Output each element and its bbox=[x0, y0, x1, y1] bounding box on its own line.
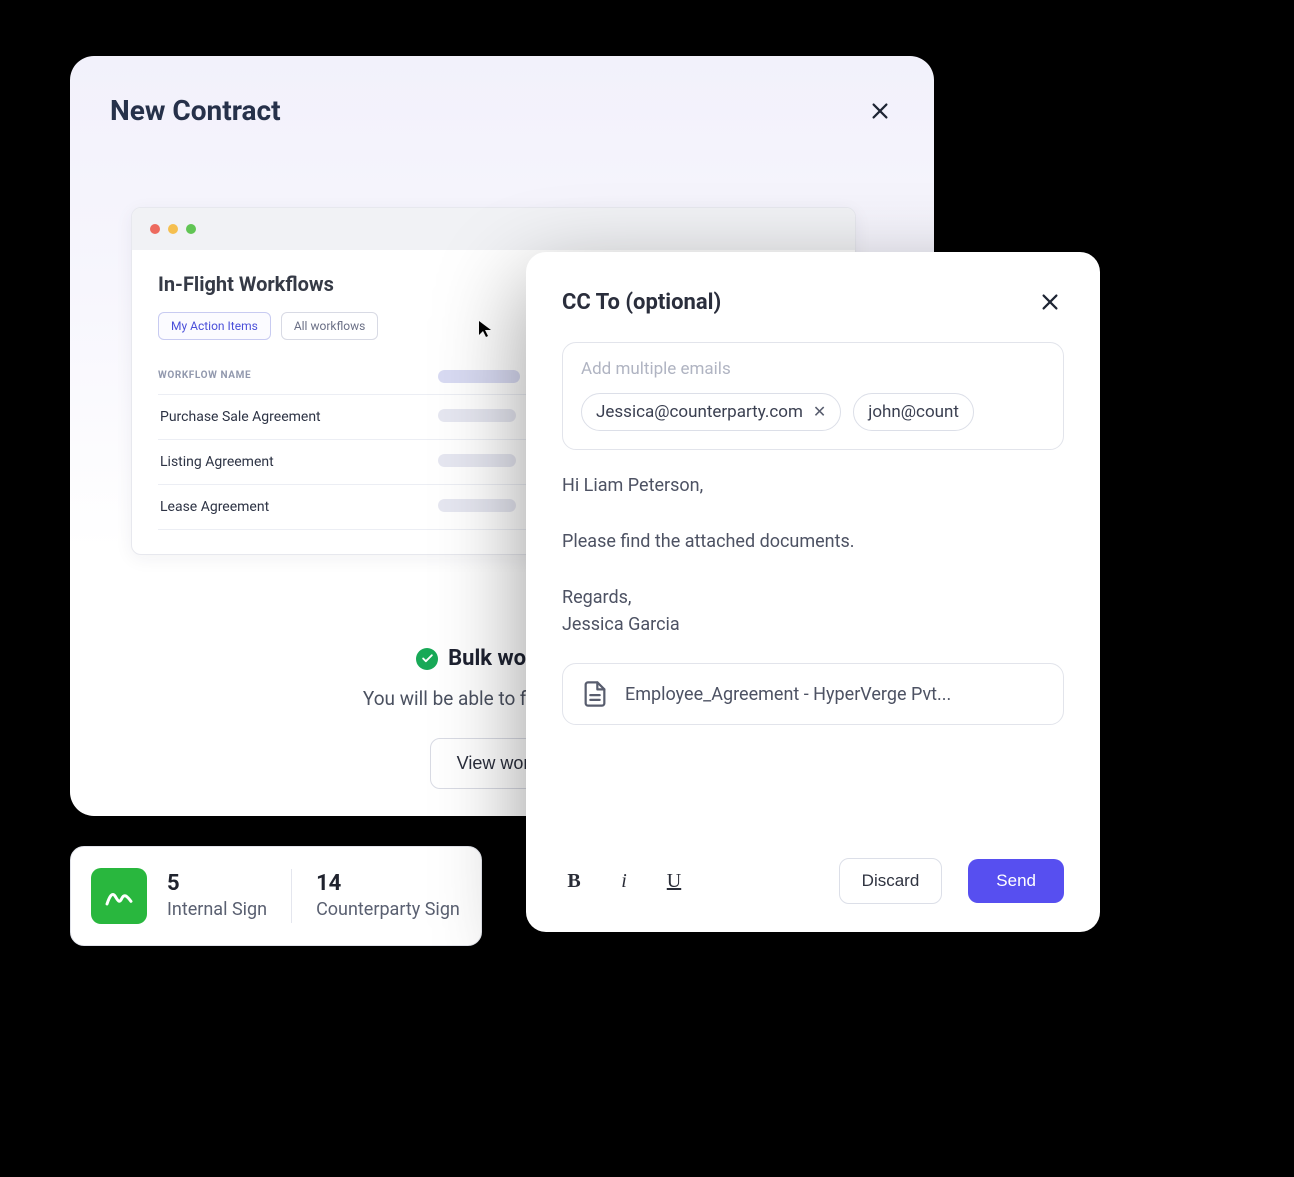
attachment-name: Employee_Agreement - HyperVerge Pvt... bbox=[625, 684, 951, 705]
row-label: Listing Agreement bbox=[158, 454, 438, 470]
chip-label: john@count bbox=[868, 402, 959, 422]
bold-button[interactable]: B bbox=[562, 866, 586, 896]
compose-panel: CC To (optional) Add multiple emails Jes… bbox=[526, 252, 1100, 932]
document-icon bbox=[581, 680, 609, 708]
chip-remove-icon[interactable]: ✕ bbox=[813, 404, 826, 420]
compose-body[interactable]: Hi Liam Peterson, Please find the attach… bbox=[562, 472, 1064, 639]
stat-internal-label: Internal Sign bbox=[167, 899, 267, 920]
stat-internal: 5 Internal Sign bbox=[167, 873, 267, 920]
email-chips: Jessica@counterparty.com ✕ john@count bbox=[581, 393, 1045, 431]
attachment-box[interactable]: Employee_Agreement - HyperVerge Pvt... bbox=[562, 663, 1064, 725]
cc-email-input[interactable]: Add multiple emails Jessica@counterparty… bbox=[562, 342, 1064, 450]
traffic-yellow-icon[interactable] bbox=[168, 224, 178, 234]
italic-button[interactable]: i bbox=[612, 866, 636, 896]
email-chip[interactable]: Jessica@counterparty.com ✕ bbox=[581, 393, 841, 431]
row-label: Lease Agreement bbox=[158, 499, 438, 515]
compose-title: CC To (optional) bbox=[562, 290, 721, 315]
cc-placeholder: Add multiple emails bbox=[581, 359, 1045, 379]
window-chrome bbox=[132, 208, 855, 250]
body-line: Please find the attached documents. bbox=[562, 528, 1064, 556]
row-label: Purchase Sale Agreement bbox=[158, 409, 438, 425]
traffic-green-icon[interactable] bbox=[186, 224, 196, 234]
email-chip[interactable]: john@count bbox=[853, 393, 974, 431]
tab-all-workflows[interactable]: All workflows bbox=[281, 312, 379, 340]
check-circle-icon bbox=[416, 648, 438, 670]
body-greeting: Hi Liam Peterson, bbox=[562, 472, 1064, 500]
close-icon bbox=[869, 100, 891, 122]
chip-label: Jessica@counterparty.com bbox=[596, 402, 803, 422]
stat-counterparty-label: Counterparty Sign bbox=[316, 899, 460, 920]
column-workflow-name: WORKFLOW NAME bbox=[158, 370, 438, 386]
traffic-red-icon[interactable] bbox=[150, 224, 160, 234]
compose-header: CC To (optional) bbox=[562, 288, 1064, 316]
close-icon bbox=[1039, 291, 1061, 313]
stat-divider bbox=[291, 869, 292, 923]
compose-close-button[interactable] bbox=[1036, 288, 1064, 316]
stat-internal-count: 5 bbox=[167, 873, 267, 895]
tab-my-action-items[interactable]: My Action Items bbox=[158, 312, 271, 340]
sign-stats-card: 5 Internal Sign 14 Counterparty Sign bbox=[70, 846, 482, 946]
compose-footer: B i U Discard Send bbox=[562, 838, 1064, 904]
discard-button[interactable]: Discard bbox=[839, 858, 943, 904]
close-button[interactable] bbox=[866, 97, 894, 125]
stat-counterparty-count: 14 bbox=[316, 873, 460, 895]
body-signoff: Regards, bbox=[562, 584, 1064, 612]
modal-header: New Contract bbox=[110, 94, 894, 127]
signature-icon bbox=[91, 868, 147, 924]
underline-button[interactable]: U bbox=[662, 866, 686, 896]
modal-title: New Contract bbox=[110, 94, 281, 127]
arrow-icon bbox=[562, 944, 580, 966]
stat-counterparty: 14 Counterparty Sign bbox=[316, 873, 460, 920]
body-name: Jessica Garcia bbox=[562, 611, 1064, 639]
send-button[interactable]: Send bbox=[968, 859, 1064, 903]
